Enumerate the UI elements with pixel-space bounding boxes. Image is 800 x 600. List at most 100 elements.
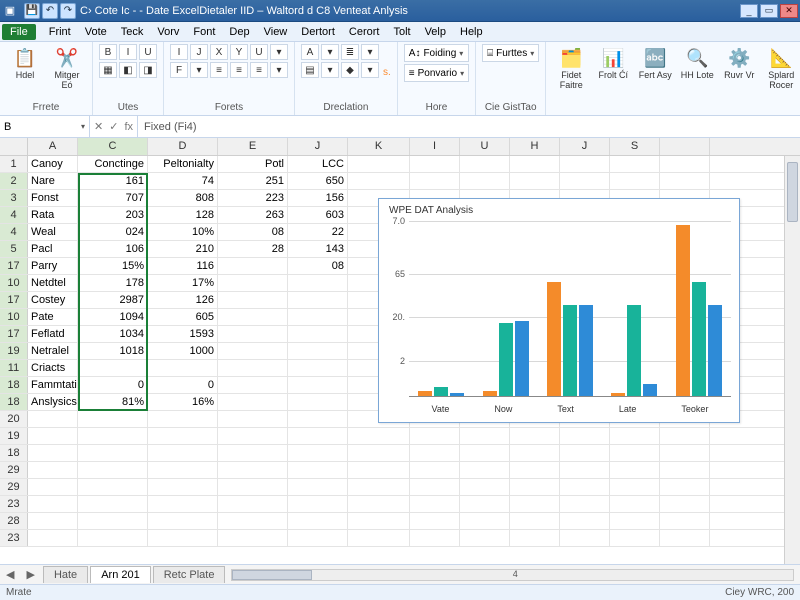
cell[interactable]: 156 [288,190,348,206]
cell[interactable] [660,445,710,461]
cell[interactable]: 16% [148,394,218,410]
ribbon-mini-button[interactable]: J [190,44,208,60]
cell[interactable] [560,530,610,546]
cell[interactable] [660,496,710,512]
cell[interactable] [288,326,348,342]
cell[interactable] [218,411,288,427]
cell[interactable] [28,513,78,529]
ribbon-furttes-dropdown[interactable]: ⌸Furttes▾ [482,44,539,62]
menu-cerort[interactable]: Cerort [342,24,387,40]
column-header[interactable]: J [560,138,610,155]
cell[interactable] [288,496,348,512]
cell[interactable] [410,513,460,529]
cell[interactable]: 28 [218,241,288,257]
menu-vote[interactable]: Vote [78,24,114,40]
row-header[interactable]: 18 [0,445,28,461]
column-header[interactable]: C [78,138,148,155]
row-header[interactable]: 11 [0,360,28,376]
cell[interactable]: 126 [148,292,218,308]
cell[interactable] [148,445,218,461]
chart-bar[interactable] [450,393,464,397]
cell[interactable]: Pacl [28,241,78,257]
cell[interactable]: LCC [288,156,348,172]
ribbon-fidet-faitre-button[interactable]: 🗂️Fidet Faitre [552,44,590,92]
chart-bar[interactable] [499,323,513,397]
cell[interactable]: 251 [218,173,288,189]
ribbon-mini-button[interactable]: ≣ [341,44,359,60]
chart-bar[interactable] [579,305,593,396]
formula-bar[interactable] [137,116,800,137]
cell[interactable]: 128 [148,207,218,223]
cell[interactable] [288,513,348,529]
cell[interactable]: 106 [78,241,148,257]
row-header[interactable]: 17 [0,258,28,274]
cell[interactable]: Costey [28,292,78,308]
horizontal-scroll-thumb[interactable] [232,570,312,580]
cell[interactable]: Fonst [28,190,78,206]
cell[interactable] [610,513,660,529]
ribbon-mini-button[interactable]: ◧ [119,62,137,78]
cell[interactable] [148,360,218,376]
cell[interactable] [460,445,510,461]
name-box[interactable]: ▾ [0,116,90,137]
cell[interactable] [410,496,460,512]
row-header[interactable]: 28 [0,513,28,529]
cell[interactable] [510,479,560,495]
ribbon-mini-button[interactable]: B [99,44,117,60]
cell[interactable] [660,173,710,189]
cell[interactable]: 603 [288,207,348,223]
cell[interactable] [288,394,348,410]
menu-frint[interactable]: Frint [42,24,78,40]
name-box-dropdown-icon[interactable]: ▾ [81,122,85,131]
row-header[interactable]: 23 [0,530,28,546]
cell[interactable] [218,445,288,461]
cell[interactable] [660,156,710,172]
cell[interactable] [560,156,610,172]
cell[interactable]: 0 [148,377,218,393]
ribbon-mini-button[interactable]: ▾ [361,62,379,78]
cell[interactable]: 15% [78,258,148,274]
cell[interactable] [560,173,610,189]
cell[interactable] [610,156,660,172]
cell[interactable]: 808 [148,190,218,206]
maximize-button[interactable]: ▭ [760,4,778,18]
cell[interactable]: 203 [78,207,148,223]
cell[interactable]: Netralel [28,343,78,359]
cell[interactable] [610,530,660,546]
cell[interactable]: 707 [78,190,148,206]
cell[interactable] [460,173,510,189]
ribbon-mini-button[interactable]: ≡ [210,62,228,78]
cell[interactable] [660,513,710,529]
cell[interactable] [510,173,560,189]
cell[interactable]: 210 [148,241,218,257]
menu-dep[interactable]: Dep [222,24,256,40]
qat-save-button[interactable]: 💾 [24,3,40,19]
cell[interactable] [218,309,288,325]
chart-bar[interactable] [627,305,641,396]
cell[interactable]: 2987 [78,292,148,308]
cell[interactable] [348,173,410,189]
cell[interactable]: Conctinge [78,156,148,172]
cell[interactable] [660,462,710,478]
tab-nav-next-icon[interactable]: ▶ [20,568,40,581]
cell[interactable] [218,462,288,478]
cell[interactable]: 1000 [148,343,218,359]
cell[interactable] [78,445,148,461]
cell[interactable]: 1094 [78,309,148,325]
cell[interactable] [28,428,78,444]
cell[interactable] [78,360,148,376]
ribbon-mini-button[interactable]: ▤ [301,62,319,78]
ribbon-mini-button[interactable]: U [139,44,157,60]
cell[interactable] [148,496,218,512]
cell[interactable] [78,462,148,478]
cell[interactable] [510,156,560,172]
ribbon-hh-lote-button[interactable]: 🔍HH Lote [678,44,716,82]
cell[interactable]: 0 [78,377,148,393]
cell[interactable] [560,462,610,478]
cell[interactable] [510,445,560,461]
cell[interactable]: 263 [218,207,288,223]
cell[interactable] [148,513,218,529]
cell[interactable] [78,530,148,546]
cell[interactable] [460,462,510,478]
menu-help[interactable]: Help [453,24,490,40]
